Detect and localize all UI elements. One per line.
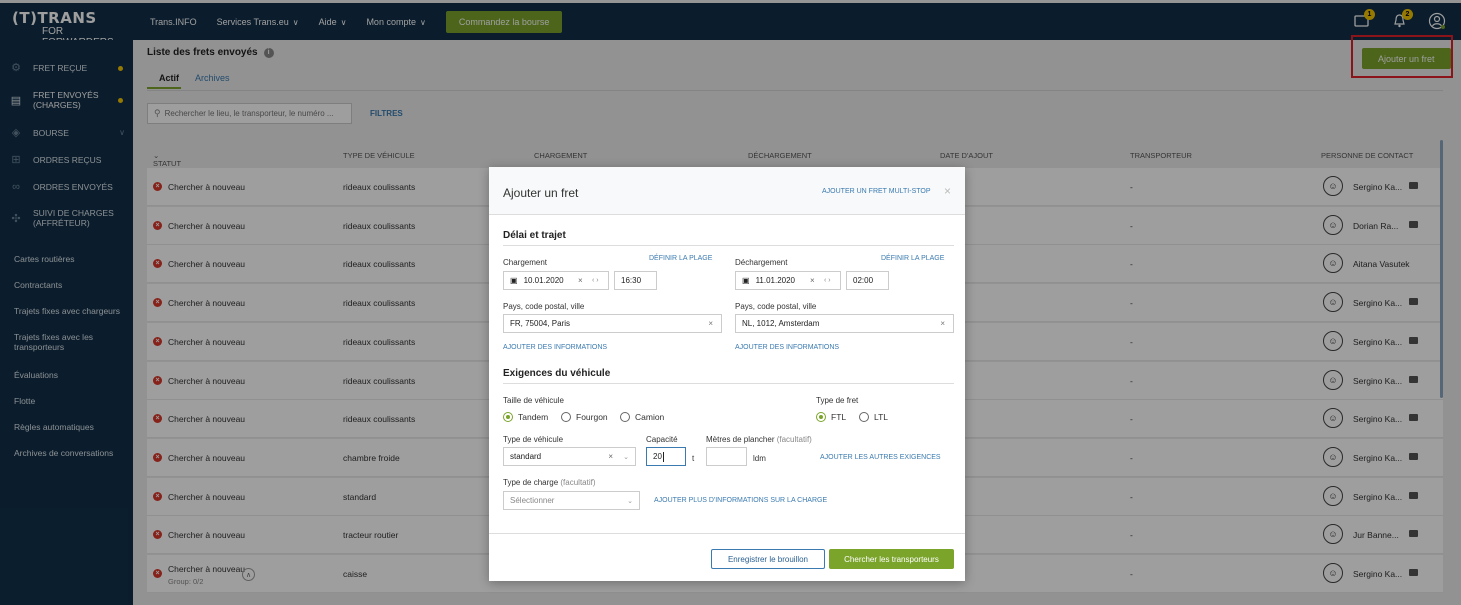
loading-date-field[interactable]: ▣ 10.01.2020 × ‹ › [503, 271, 609, 290]
modal-header: Ajouter un fret AJOUTER UN FRET MULTI-ST… [489, 167, 965, 215]
vehicle-size-label: Taille de véhicule [503, 396, 564, 405]
loading-place-label: Pays, code postal, ville [503, 302, 585, 311]
close-icon[interactable]: × [944, 184, 951, 198]
size-radio-van[interactable]: Fourgon [561, 412, 608, 422]
multistop-link[interactable]: AJOUTER UN FRET MULTI-STOP [822, 188, 931, 195]
calendar-icon: ▣ [742, 276, 750, 285]
arrows-icon[interactable]: ‹ › [824, 277, 831, 284]
unloading-date-field[interactable]: ▣ 11.01.2020 × ‹ › [735, 271, 841, 290]
floor-meters-input[interactable] [706, 447, 747, 466]
arrows-icon[interactable]: ‹ › [592, 277, 599, 284]
floor-meters-unit: ldm [753, 454, 766, 463]
unloading-range-link[interactable]: DÉFINIR LA PLAGE [881, 255, 944, 262]
load-type-label: Type de charge (facultatif) [503, 478, 596, 487]
chevron-down-icon[interactable]: ⌄ [627, 497, 633, 505]
loading-place-field[interactable]: FR, 75004, Paris × [503, 314, 722, 333]
unloading-place-field[interactable]: NL, 1012, Amsterdam × [735, 314, 954, 333]
modal-footer: Enregistrer le brouillon Chercher les tr… [489, 533, 965, 581]
vehicle-type-select[interactable]: standard × ⌄ [503, 447, 636, 466]
divider [503, 245, 954, 246]
freight-radio-ftl[interactable]: FTL [816, 412, 846, 422]
unloading-place-label: Pays, code postal, ville [735, 302, 817, 311]
size-radio-truck[interactable]: Camion [620, 412, 664, 422]
unloading-time-field[interactable]: 02:00 [846, 271, 889, 290]
loading-time-field[interactable]: 16:30 [614, 271, 657, 290]
capacity-input[interactable]: 20 [646, 447, 686, 466]
unloading-label: Déchargement [735, 258, 788, 267]
vehicle-type-label: Type de véhicule [503, 435, 564, 444]
clear-icon[interactable]: × [940, 319, 945, 328]
size-radio-tandem[interactable]: Tandem [503, 412, 548, 422]
loading-range-link[interactable]: DÉFINIR LA PLAGE [649, 255, 712, 262]
freight-radio-ltl[interactable]: LTL [859, 412, 888, 422]
floor-meters-label: Mètres de plancher (facultatif) [706, 435, 812, 444]
capacity-label: Capacité [646, 435, 678, 444]
freight-type-label: Type de fret [816, 396, 859, 405]
modal-title: Ajouter un fret [503, 186, 579, 200]
clear-icon[interactable]: × [810, 276, 815, 285]
search-carriers-button[interactable]: Chercher les transporteurs [829, 549, 954, 569]
clear-icon[interactable]: × [608, 452, 613, 461]
divider [503, 383, 954, 384]
clear-icon[interactable]: × [708, 319, 713, 328]
calendar-icon: ▣ [510, 276, 518, 285]
section-vehicle-requirements: Exigences du véhicule [503, 368, 611, 379]
loading-label: Chargement [503, 258, 548, 267]
section-timing-route: Délai et trajet [503, 230, 566, 241]
unloading-more-info-link[interactable]: AJOUTER DES INFORMATIONS [735, 344, 839, 351]
clear-icon[interactable]: × [578, 276, 583, 285]
load-more-info-link[interactable]: AJOUTER PLUS D'INFORMATIONS SUR LA CHARG… [654, 497, 827, 504]
save-draft-button[interactable]: Enregistrer le brouillon [711, 549, 825, 569]
other-requirements-link[interactable]: AJOUTER LES AUTRES EXIGENCES [820, 454, 941, 461]
load-type-select[interactable]: Sélectionner ⌄ [503, 491, 640, 510]
chevron-down-icon[interactable]: ⌄ [623, 453, 629, 461]
loading-more-info-link[interactable]: AJOUTER DES INFORMATIONS [503, 344, 607, 351]
capacity-unit: t [692, 454, 695, 463]
add-freight-modal: Ajouter un fret AJOUTER UN FRET MULTI-ST… [489, 167, 965, 581]
